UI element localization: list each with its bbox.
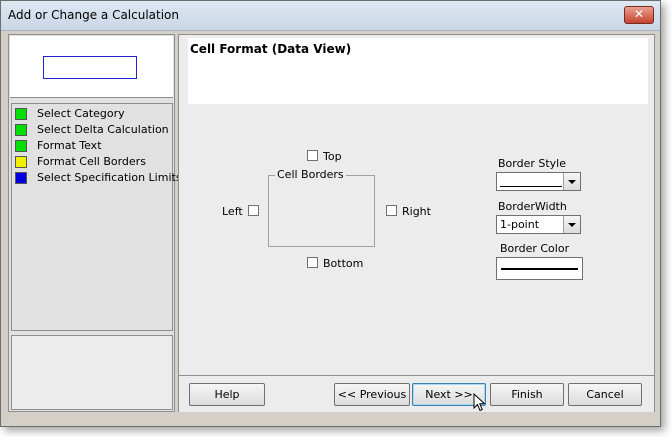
page-title: Cell Format (Data View) <box>190 42 352 56</box>
border-color-picker[interactable] <box>496 257 583 280</box>
step-status-indicator <box>15 172 27 184</box>
step-item[interactable]: Select Delta Calculation <box>12 122 172 138</box>
border-color-swatch <box>501 268 578 270</box>
border-width-value: 1-point <box>500 218 540 231</box>
step-list: Select Category Select Delta Calculation… <box>11 103 182 331</box>
wizard-sidebar: Select Category Select Delta Calculation… <box>8 34 182 412</box>
help-button[interactable]: Help <box>189 383 265 406</box>
header-panel: Cell Format (Data View) <box>188 38 648 104</box>
bottom-border-checkbox[interactable] <box>307 257 318 268</box>
cell-borders-legend: Cell Borders <box>275 168 346 181</box>
border-width-select[interactable]: 1-point <box>496 215 581 234</box>
sidebar-info-panel <box>11 335 173 410</box>
step-status-indicator <box>15 108 27 120</box>
step-status-indicator <box>15 156 27 168</box>
border-width-label: BorderWidth <box>498 200 567 213</box>
mouse-pointer-icon <box>473 393 486 412</box>
step-label: Select Delta Calculation <box>37 123 169 136</box>
left-border-label: Left <box>222 205 243 218</box>
right-border-label: Right <box>402 205 431 218</box>
step-label: Select Specification Limits <box>37 171 182 184</box>
border-color-label: Border Color <box>500 242 570 255</box>
step-status-indicator <box>15 140 27 152</box>
left-border-checkbox[interactable] <box>248 205 259 216</box>
border-style-line-sample <box>500 186 562 187</box>
step-label: Format Cell Borders <box>37 155 146 168</box>
step-status-indicator <box>15 124 27 136</box>
border-style-select[interactable] <box>496 172 581 191</box>
cell-borders-group: Cell Borders <box>268 168 375 247</box>
format-preview <box>10 36 173 98</box>
top-border-checkbox[interactable] <box>307 150 318 161</box>
finish-button[interactable]: Finish <box>490 383 564 406</box>
top-border-label: Top <box>323 150 342 163</box>
main-panel: Cell Format (Data View) Top Left Cell Bo… <box>178 34 655 412</box>
step-item[interactable]: Select Category <box>12 106 172 122</box>
dialog-window: Add or Change a Calculation ✕ Select Cat… <box>0 0 661 427</box>
close-icon: ✕ <box>633 7 645 21</box>
step-item[interactable]: Select Specification Limits <box>12 170 182 186</box>
right-border-checkbox[interactable] <box>386 205 397 216</box>
preview-cell <box>43 56 137 79</box>
close-button[interactable]: ✕ <box>624 6 654 24</box>
window-title: Add or Change a Calculation <box>8 8 180 22</box>
cancel-button[interactable]: Cancel <box>568 383 642 406</box>
chevron-down-icon[interactable] <box>563 216 580 233</box>
step-item[interactable]: Format Cell Borders <box>12 154 172 170</box>
chevron-down-icon[interactable] <box>563 173 580 190</box>
wizard-footer: Help << Previous Next >> Finish Cancel <box>179 375 654 412</box>
border-style-label: Border Style <box>498 157 567 170</box>
step-label: Format Text <box>37 139 102 152</box>
previous-button[interactable]: << Previous <box>334 383 410 406</box>
step-label: Select Category <box>37 107 125 120</box>
title-bar[interactable]: Add or Change a Calculation ✕ <box>1 1 660 31</box>
bottom-border-label: Bottom <box>323 257 364 270</box>
step-item[interactable]: Format Text <box>12 138 172 154</box>
